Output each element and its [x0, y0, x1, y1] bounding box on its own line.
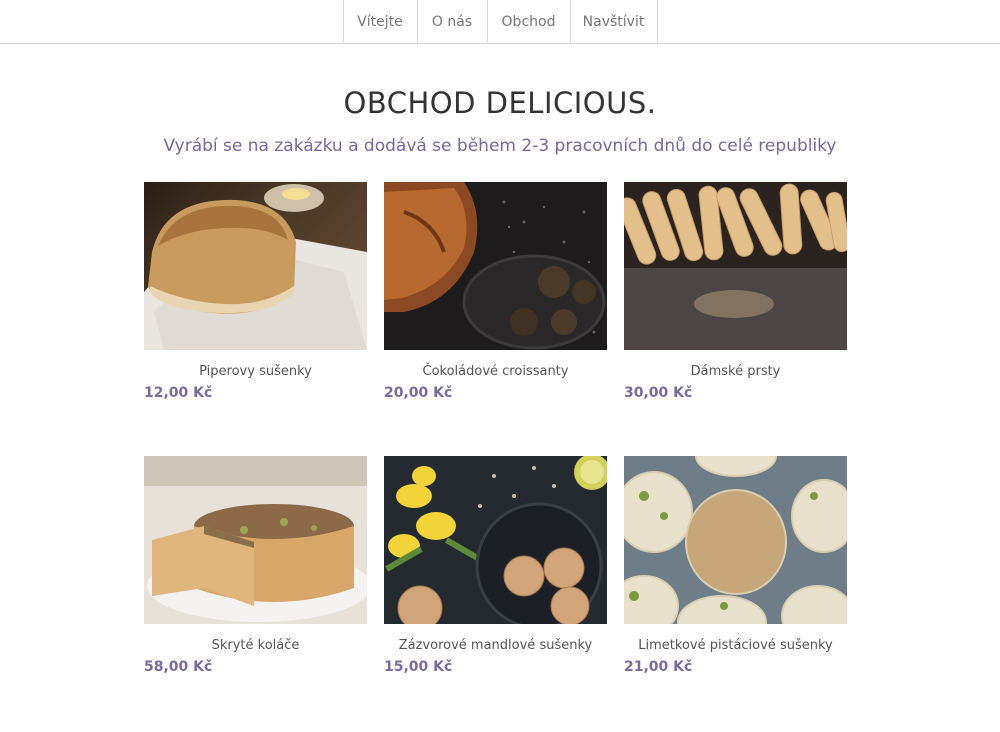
- nav-item-o-nas[interactable]: O nás: [416, 0, 487, 43]
- page-title: OBCHOD DELICIOUS.: [343, 86, 657, 120]
- product-image-pie[interactable]: [144, 456, 367, 624]
- product-card: Dámské prsty 30,00 Kč: [624, 182, 847, 401]
- ladyfingers-photo-illustration: [624, 182, 847, 350]
- page-subtitle: Vyrábí se na zakázku a dodává se během 2…: [163, 136, 837, 156]
- product-image-bread[interactable]: [144, 182, 367, 350]
- nav-item-obchod[interactable]: Obchod: [486, 0, 570, 43]
- product-name[interactable]: Čokoládové croissanty: [384, 364, 607, 379]
- product-image-croissant[interactable]: [384, 182, 607, 350]
- product-price: 30,00 Kč: [624, 385, 693, 401]
- product-card: Limetkové pistáciové sušenky 21,00 Kč: [624, 456, 847, 675]
- top-nav: Vítejte O nás Obchod Navštívit: [0, 0, 1000, 44]
- product-name[interactable]: Skryté koláče: [144, 638, 367, 653]
- product-name[interactable]: Zázvorové mandlové sušenky: [384, 638, 607, 653]
- product-price: 15,00 Kč: [384, 659, 453, 675]
- product-price: 12,00 Kč: [144, 385, 213, 401]
- pie-photo-illustration: [144, 456, 367, 624]
- product-price: 58,00 Kč: [144, 659, 213, 675]
- product-name[interactable]: Dámské prsty: [624, 364, 847, 379]
- product-image-ginger-cookies[interactable]: [384, 456, 607, 624]
- bread-photo-illustration: [144, 184, 367, 350]
- product-card: Zázvorové mandlové sušenky 15,00 Kč: [384, 456, 607, 675]
- product-card: Piperovy sušenky 12,00 Kč: [144, 182, 367, 401]
- product-name[interactable]: Limetkové pistáciové sušenky: [624, 638, 847, 653]
- nav-item-navstivit[interactable]: Navštívit: [569, 0, 658, 43]
- product-image-lime-cookies[interactable]: [624, 456, 847, 624]
- product-name[interactable]: Piperovy sušenky: [144, 364, 367, 379]
- product-price: 21,00 Kč: [624, 659, 693, 675]
- nav-item-vitejte[interactable]: Vítejte: [342, 0, 417, 43]
- lime-cookies-photo-illustration: [624, 456, 847, 624]
- product-card: Skryté koláče 58,00 Kč: [144, 456, 367, 675]
- product-card: Čokoládové croissanty 20,00 Kč: [384, 182, 607, 401]
- product-price: 20,00 Kč: [384, 385, 453, 401]
- ginger-cookies-photo-illustration: [384, 456, 607, 624]
- croissant-photo-illustration: [384, 182, 607, 350]
- product-image-ladyfingers[interactable]: [624, 182, 847, 350]
